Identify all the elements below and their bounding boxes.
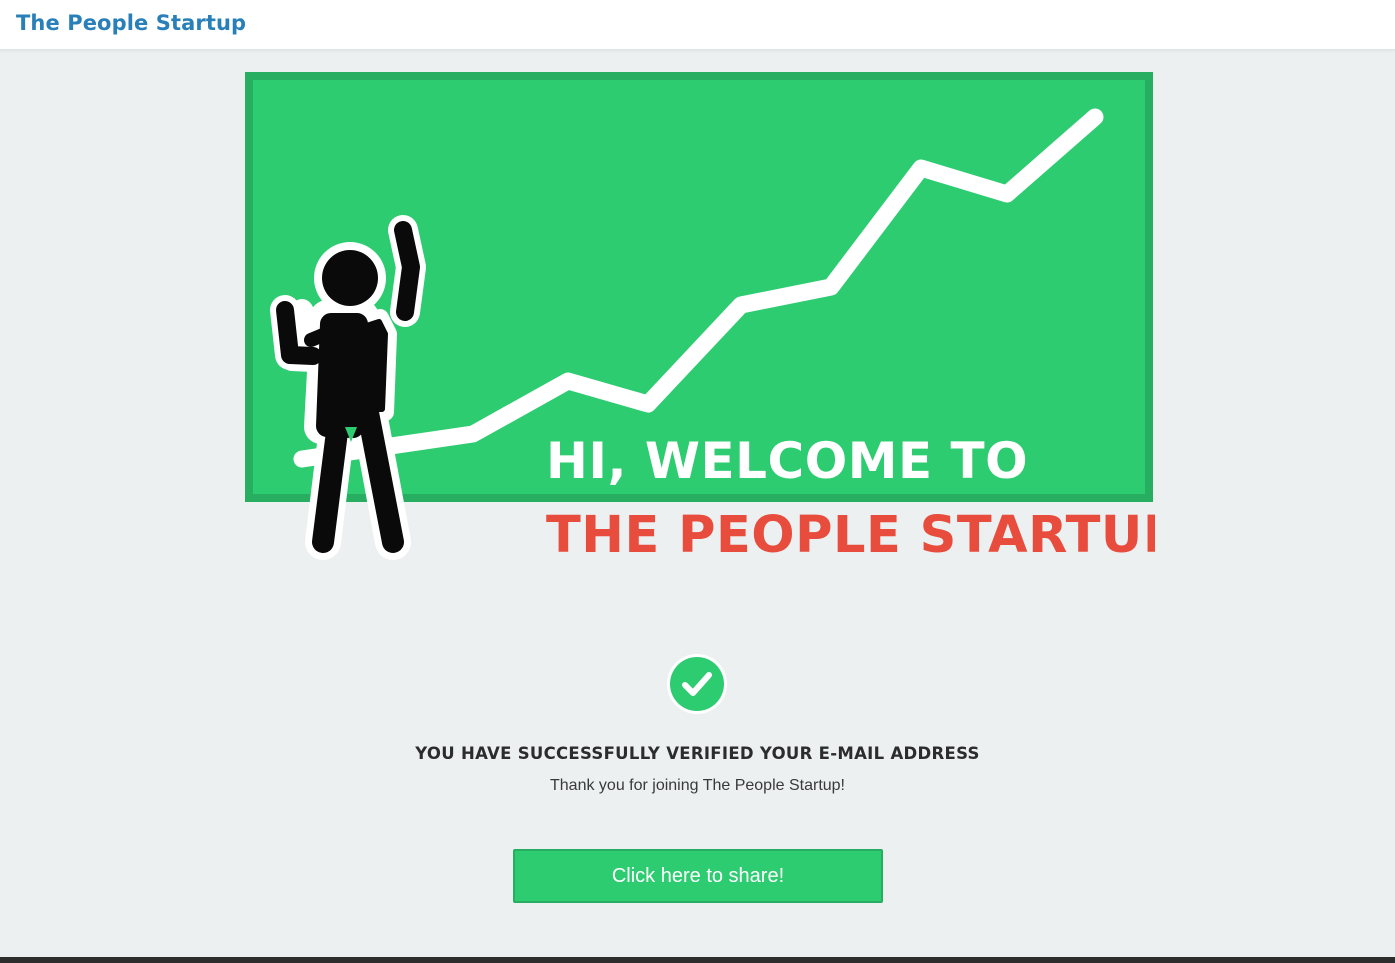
verification-subtitle: Thank you for joining The People Startup…: [550, 777, 845, 794]
checkmark-circle-icon: [667, 654, 727, 714]
verification-title: YOU HAVE SUCCESSFULLY VERIFIED YOUR E-MA…: [415, 744, 980, 763]
top-navbar: The People Startup: [0, 0, 1395, 50]
success-badge: [666, 653, 728, 715]
hero-brand-text: THE PEOPLE STARTUP: [546, 506, 1155, 565]
hero-welcome-text: HI, WELCOME TO: [546, 432, 1028, 490]
hero-illustration: HI, WELCOME TO THE PEOPLE STARTUP: [245, 72, 1155, 565]
share-button[interactable]: Click here to share!: [513, 849, 883, 903]
bottom-bar: [0, 957, 1395, 963]
welcome-hero-image: HI, WELCOME TO THE PEOPLE STARTUP: [245, 72, 1155, 567]
brand-link[interactable]: The People Startup: [16, 11, 246, 35]
